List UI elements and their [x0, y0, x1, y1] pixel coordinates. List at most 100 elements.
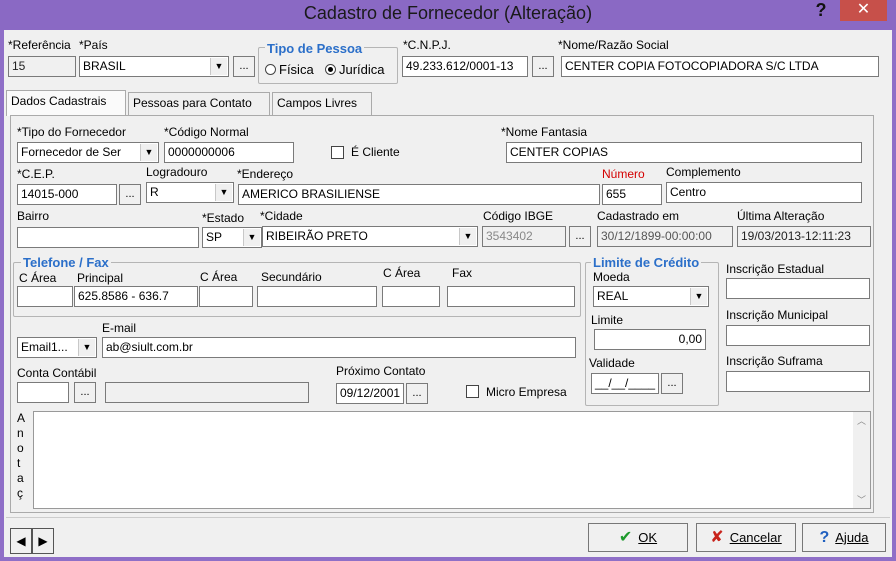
radio-juridica-icon[interactable] [325, 64, 336, 75]
checkmark-icon: ✔ [618, 529, 633, 546]
validade-label: Validade [589, 356, 635, 370]
chevron-down-icon[interactable]: ▼ [210, 58, 227, 75]
cnpj-lookup-button[interactable]: ... [532, 56, 554, 77]
limite-field[interactable]: 0,00 [594, 329, 706, 350]
complemento-field[interactable]: Centro [666, 182, 862, 203]
anotacoes-textarea[interactable]: ︿ ﹀ [33, 411, 871, 509]
help-title-button[interactable]: ? [808, 0, 834, 22]
cnpj-field[interactable]: 49.233.612/0001-13 [402, 56, 528, 77]
logradouro-label: Logradouro [146, 165, 208, 179]
proximo-contato-field[interactable]: 09/12/2001 [336, 383, 404, 404]
razao-field[interactable]: CENTER COPIA FOTOCOPIADORA S/C LTDA [561, 56, 879, 77]
chevron-down-icon[interactable]: ▼ [215, 184, 232, 201]
close-button[interactable]: ✕ [840, 0, 887, 21]
alteracao-field[interactable]: 19/03/2013-12:11:23 [737, 226, 871, 247]
arrow-right-icon: ▶ [38, 534, 48, 548]
ok-button[interactable]: ✔ OK [588, 523, 688, 552]
tipo-fornecedor-select[interactable]: Fornecedor de Ser ▼ [17, 142, 159, 163]
cep-field[interactable]: 14015-000 [17, 184, 117, 205]
radio-fisica[interactable]: Física [265, 62, 314, 77]
chevron-down-icon[interactable]: ▼ [690, 288, 707, 305]
previous-record-button[interactable]: ◀ [10, 528, 32, 554]
cidade-select[interactable]: RIBEIRÃO PRETO ▼ [262, 226, 478, 247]
secundario-label: Secundário [261, 270, 322, 284]
endereco-field[interactable]: AMERICO BRASILIENSE [238, 184, 600, 205]
conta-contabil-field[interactable] [17, 382, 69, 403]
cancel-button[interactable]: ✘ Cancelar [696, 523, 796, 552]
validade-calendar-button[interactable]: ... [661, 373, 683, 394]
help-button[interactable]: ? Ajuda [802, 523, 886, 552]
e-cliente-checkbox[interactable] [331, 146, 344, 159]
fax-field[interactable] [447, 286, 575, 307]
cadastrado-field[interactable]: 30/12/1899-00:00:00 [597, 226, 733, 247]
codigo-normal-field[interactable]: 0000000006 [164, 142, 294, 163]
referencia-field[interactable]: 15 [8, 56, 76, 77]
title-bar: Cadastro de Fornecedor (Alteração) ? ✕ [0, 0, 896, 30]
insc-municipal-field[interactable] [726, 325, 870, 346]
pais-select[interactable]: BRASIL ▼ [79, 56, 229, 77]
telefone-title: Telefone / Fax [21, 255, 111, 270]
chevron-down-icon[interactable]: ▼ [140, 144, 157, 161]
anotacoes-letter: o [17, 441, 24, 455]
complemento-label: Complemento [666, 165, 741, 179]
email-field[interactable]: ab@siult.com.br [102, 337, 576, 358]
tab-dados-cadastrais[interactable]: Dados Cadastrais [6, 90, 126, 116]
secundario-field[interactable] [257, 286, 377, 307]
anotacoes-letter: t [17, 456, 21, 470]
anotacoes-scrollbar[interactable]: ︿ ﹀ [853, 412, 870, 508]
anotacoes-letter: ç [17, 486, 23, 500]
proximo-contato-calendar-button[interactable]: ... [406, 383, 428, 404]
limite-label: Limite [591, 313, 624, 327]
insc-suframa-field[interactable] [726, 371, 870, 392]
principal-label: Principal [77, 271, 124, 285]
ibge-lookup-button[interactable]: ... [569, 226, 591, 247]
moeda-select[interactable]: REAL ▼ [593, 286, 709, 307]
email-type-select[interactable]: Email1... ▼ [17, 337, 97, 358]
moeda-value: REAL [597, 289, 629, 303]
numero-field[interactable]: 655 [602, 184, 662, 205]
cadastrado-label: Cadastrado em [597, 209, 680, 223]
tab-pessoas-contato[interactable]: Pessoas para Contato [128, 92, 270, 115]
validade-field[interactable]: __/__/____ [591, 373, 659, 394]
carea1-field[interactable] [17, 286, 73, 307]
arrow-left-icon: ◀ [16, 534, 26, 548]
carea2-field[interactable] [199, 286, 253, 307]
tipo-fornecedor-label: *Tipo do Fornecedor [17, 125, 126, 139]
chevron-down-icon[interactable]: ▼ [243, 229, 260, 246]
cidade-label: *Cidade [260, 209, 303, 223]
scroll-up-icon[interactable]: ︿ [853, 414, 870, 427]
insc-estadual-field[interactable] [726, 278, 870, 299]
bairro-field[interactable] [17, 227, 199, 248]
limite-credito-title: Limite de Crédito [591, 255, 702, 270]
radio-fisica-icon[interactable] [265, 64, 276, 75]
anotacoes-letter: a [17, 471, 24, 485]
email-type-value: Email1... [21, 340, 68, 354]
chevron-down-icon[interactable]: ▼ [78, 339, 95, 356]
logradouro-select[interactable]: R ▼ [146, 182, 234, 203]
bairro-label: Bairro [17, 209, 50, 223]
carea3-field[interactable] [382, 286, 440, 307]
cep-lookup-button[interactable]: ... [119, 184, 141, 205]
nome-fantasia-field[interactable]: CENTER COPIAS [506, 142, 862, 163]
principal-field[interactable]: 625.8586 - 636.7 [74, 286, 198, 307]
alteracao-label: Última Alteração [737, 209, 825, 223]
cnpj-label: *C.N.P.J. [403, 38, 451, 52]
micro-empresa-checkbox[interactable] [466, 385, 479, 398]
pais-lookup-button[interactable]: ... [233, 56, 255, 77]
chevron-down-icon[interactable]: ▼ [459, 228, 476, 245]
next-record-button[interactable]: ▶ [32, 528, 54, 554]
help-label: Ajuda [835, 530, 869, 545]
radio-juridica[interactable]: Jurídica [325, 62, 385, 77]
tipo-fornecedor-value: Fornecedor de Ser [21, 145, 122, 159]
estado-select[interactable]: SP ▼ [202, 227, 262, 248]
razao-label: *Nome/Razão Social [558, 38, 669, 52]
scroll-down-icon[interactable]: ﹀ [853, 493, 870, 506]
ibge-field[interactable]: 3543402 [482, 226, 566, 247]
numero-label: Número [602, 167, 645, 181]
carea1-label: C Área [19, 271, 57, 285]
conta-contabil-lookup-button[interactable]: ... [74, 382, 96, 403]
endereco-label: *Endereço [237, 167, 294, 181]
codigo-normal-label: *Código Normal [164, 125, 249, 139]
conta-contabil-label: Conta Contábil [17, 366, 97, 380]
tab-campos-livres[interactable]: Campos Livres [272, 92, 372, 115]
